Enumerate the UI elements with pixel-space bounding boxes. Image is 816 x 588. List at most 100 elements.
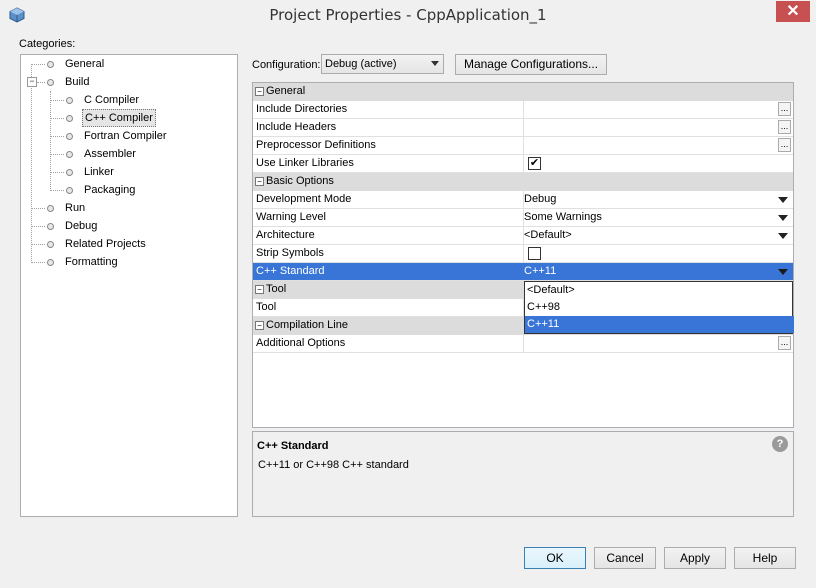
category-label: Basic Options (266, 175, 334, 187)
help-button[interactable]: Help (734, 547, 796, 569)
prop-name: Include Headers (256, 121, 337, 133)
column-divider (523, 245, 524, 262)
property-sheet[interactable]: − General Include Directories ... Includ… (252, 82, 794, 428)
prop-name: C++ Standard (256, 265, 325, 277)
dropdown-option[interactable]: C++98 (525, 299, 794, 316)
dropdown-arrow-icon[interactable] (778, 197, 788, 203)
bullet-icon (47, 205, 54, 212)
dropdown-arrow-icon[interactable] (778, 269, 788, 275)
tree-connector (50, 118, 64, 119)
chevron-down-icon (431, 61, 439, 66)
prop-development-mode[interactable]: Development Mode Debug (253, 191, 793, 209)
collapse-icon[interactable]: − (27, 77, 37, 87)
tree-connector (31, 226, 45, 227)
prop-use-linker-libraries[interactable]: Use Linker Libraries ✔ (253, 155, 793, 173)
prop-name: Use Linker Libraries (256, 157, 354, 169)
tree-item-run[interactable]: Run (65, 199, 85, 217)
category-general[interactable]: − General (253, 83, 793, 101)
tree-item-c-compiler[interactable]: C Compiler (84, 91, 139, 109)
prop-additional-options[interactable]: Additional Options ... (253, 335, 793, 353)
prop-preprocessor-definitions[interactable]: Preprocessor Definitions ... (253, 137, 793, 155)
prop-name: Architecture (256, 229, 315, 241)
bullet-icon (47, 79, 54, 86)
cancel-button[interactable]: Cancel (594, 547, 656, 569)
ellipsis-button[interactable]: ... (778, 102, 791, 116)
apply-button[interactable]: Apply (664, 547, 726, 569)
tree-connector (50, 190, 64, 191)
prop-strip-symbols[interactable]: Strip Symbols (253, 245, 793, 263)
tree-item-cpp-compiler[interactable]: C++ Compiler (82, 109, 156, 127)
bullet-icon (66, 187, 73, 194)
configuration-value: Debug (active) (325, 58, 397, 70)
prop-warning-level[interactable]: Warning Level Some Warnings (253, 209, 793, 227)
prop-name: Development Mode (256, 193, 352, 205)
column-divider (523, 155, 524, 172)
prop-name: Preprocessor Definitions (256, 139, 376, 151)
manage-configurations-button[interactable]: Manage Configurations... (455, 54, 607, 75)
bullet-icon (47, 259, 54, 266)
tree-connector (37, 82, 45, 83)
prop-value: C++11 (524, 265, 557, 277)
collapse-icon[interactable]: − (255, 177, 264, 186)
strip-symbols-checkbox[interactable] (528, 247, 541, 260)
tree-item-build[interactable]: Build (65, 73, 89, 91)
tree-connector (50, 154, 64, 155)
tree-connector (50, 136, 64, 137)
dropdown-option-selected[interactable]: C++11 (525, 316, 794, 333)
prop-name: Include Directories (256, 103, 348, 115)
column-divider (523, 137, 524, 154)
tree-root-line (31, 64, 32, 263)
description-panel: C++ Standard C++11 or C++98 C++ standard… (252, 431, 794, 517)
tree-item-packaging[interactable]: Packaging (84, 181, 135, 199)
bullet-icon (47, 241, 54, 248)
prop-name: Warning Level (256, 211, 326, 223)
prop-architecture[interactable]: Architecture <Default> (253, 227, 793, 245)
description-title: C++ Standard (257, 440, 329, 452)
dropdown-option[interactable]: <Default> (525, 282, 794, 299)
help-icon[interactable]: ? (772, 436, 788, 452)
prop-include-directories[interactable]: Include Directories ... (253, 101, 793, 119)
cpp-standard-dropdown-list[interactable]: <Default> C++98 C++11 (524, 281, 794, 334)
tree-item-general[interactable]: General (65, 55, 104, 73)
tree-item-fortran-compiler[interactable]: Fortran Compiler (84, 127, 167, 145)
prop-cpp-standard[interactable]: C++ Standard C++11 (253, 263, 793, 281)
use-linker-libraries-checkbox[interactable]: ✔ (528, 157, 541, 170)
ok-button[interactable]: OK (524, 547, 586, 569)
collapse-icon[interactable]: − (255, 87, 264, 96)
categories-tree[interactable]: General − Build C Compiler C++ Compiler … (20, 54, 238, 517)
window-title: Project Properties - CppApplication_1 (269, 6, 547, 24)
prop-name: Tool (256, 301, 277, 313)
column-divider (523, 335, 524, 352)
category-basic-options[interactable]: − Basic Options (253, 173, 793, 191)
collapse-icon[interactable]: − (255, 285, 264, 294)
collapse-icon[interactable]: − (255, 321, 264, 330)
bullet-icon (66, 133, 73, 140)
bullet-icon (66, 169, 73, 176)
tree-connector (31, 244, 45, 245)
prop-name: Additional Options (256, 337, 346, 349)
categories-label: Categories: (19, 38, 76, 50)
category-label: Tool (266, 283, 287, 295)
dropdown-arrow-icon[interactable] (778, 215, 788, 221)
tree-build-line (50, 91, 51, 191)
configuration-label: Configuration: (252, 59, 321, 71)
tree-item-related-projects[interactable]: Related Projects (65, 235, 146, 253)
configuration-select[interactable]: Debug (active) (321, 54, 444, 74)
tree-connector (31, 208, 45, 209)
bullet-icon (47, 61, 54, 68)
column-divider (523, 119, 524, 136)
ellipsis-button[interactable]: ... (778, 336, 791, 350)
tree-item-formatting[interactable]: Formatting (65, 253, 118, 271)
tree-item-linker[interactable]: Linker (84, 163, 114, 181)
tree-item-assembler[interactable]: Assembler (84, 145, 136, 163)
tree-item-debug[interactable]: Debug (65, 217, 97, 235)
prop-include-headers[interactable]: Include Headers ... (253, 119, 793, 137)
dropdown-arrow-icon[interactable] (778, 233, 788, 239)
tree-connector (31, 64, 45, 65)
prop-value: <Default> (524, 229, 572, 241)
close-button[interactable]: ✕ (776, 1, 810, 22)
prop-name: Strip Symbols (256, 247, 324, 259)
ellipsis-button[interactable]: ... (778, 120, 791, 134)
ellipsis-button[interactable]: ... (778, 138, 791, 152)
category-label: Compilation Line (266, 319, 348, 331)
